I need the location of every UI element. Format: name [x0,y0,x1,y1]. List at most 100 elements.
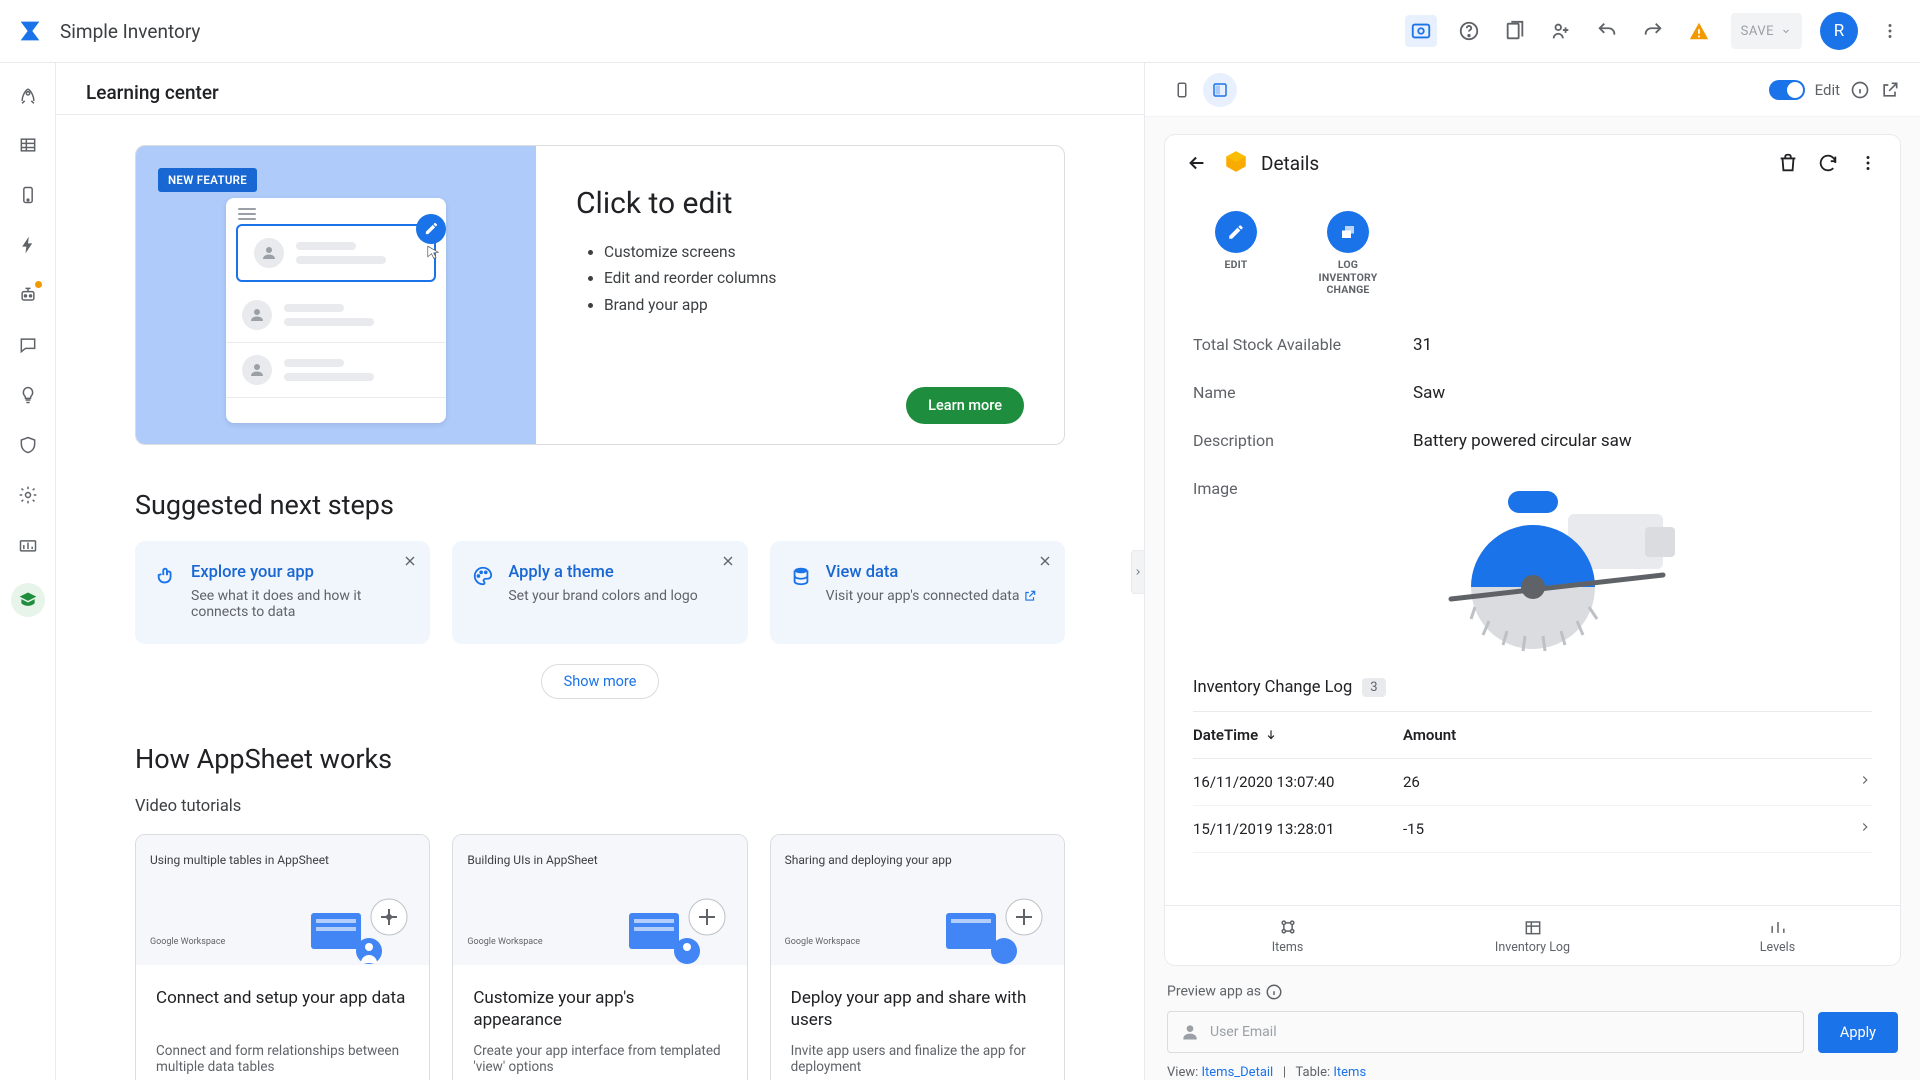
tutorial-graphic-icon [311,885,421,965]
suggest-card-data[interactable]: View data Visit your app's connected dat… [770,541,1065,644]
tutorial-card[interactable]: Using multiple tables in AppSheetGoogle … [135,834,430,1080]
new-feature-badge: NEW FEATURE [158,168,257,192]
feature-illustration: NEW FEATURE [136,146,536,444]
sort-desc-icon [1264,728,1278,742]
close-icon[interactable] [402,553,418,573]
delete-icon[interactable] [1774,149,1802,177]
edit-label: Edit [1815,81,1840,99]
box-icon [1223,148,1249,178]
edit-action-button[interactable]: EDIT [1195,211,1277,297]
image-label: Image [1193,479,1413,498]
chevron-right-icon [1858,820,1872,838]
suggest-title: Apply a theme [508,563,697,582]
versions-icon[interactable] [1501,17,1529,45]
nav-levels[interactable]: Levels [1655,906,1900,965]
suggested-steps-title: Suggested next steps [135,489,1065,521]
nav-inventory-log[interactable]: Inventory Log [1410,906,1655,965]
edit-fab-icon [416,214,446,244]
phone-preview-button[interactable] [1165,73,1199,107]
log-row[interactable]: 16/11/2020 13:07:40 26 [1193,759,1872,806]
external-link-icon [1023,589,1037,603]
more-menu-icon[interactable] [1876,17,1904,45]
table-link[interactable]: Items [1333,1065,1366,1080]
suggest-desc: Set your brand colors and logo [508,588,697,604]
preview-icon[interactable] [1405,15,1437,47]
idea-icon[interactable] [16,383,40,407]
how-works-title: How AppSheet works [135,743,1065,775]
preview-email-input[interactable]: User Email [1167,1011,1804,1053]
stock-value: 31 [1413,335,1432,355]
center-panel: Learning center NEW FEATURE [56,63,1145,1080]
more-icon[interactable] [1854,149,1882,177]
app-title: Simple Inventory [60,20,200,43]
feature-card: NEW FEATURE [135,145,1065,445]
name-value: Saw [1413,383,1445,403]
details-title: Details [1261,152,1319,175]
appsheet-logo-icon [16,17,44,45]
log-count-badge: 3 [1362,678,1385,697]
person-icon [1180,1022,1200,1042]
feature-bullet: Edit and reorder columns [604,265,1024,291]
tutorial-graphic-icon [629,885,739,965]
col-amount[interactable]: Amount [1403,726,1456,744]
collapse-preview-handle[interactable] [1131,550,1145,594]
save-button[interactable]: SAVE [1731,13,1802,49]
feature-heading: Click to edit [576,186,1024,221]
learning-center-icon[interactable] [11,583,45,617]
page-title: Learning center [86,81,1114,104]
feature-bullet: Brand your app [604,292,1024,318]
rocket-icon[interactable] [16,83,40,107]
tutorial-card[interactable]: Building UIs in AppSheetGoogle Workspace… [452,834,747,1080]
open-external-icon[interactable] [1880,80,1900,100]
warning-icon[interactable] [1685,17,1713,45]
show-more-button[interactable]: Show more [541,664,660,699]
info-icon[interactable] [1265,983,1283,1001]
palette-icon [472,565,494,591]
help-icon[interactable] [1455,17,1483,45]
database-icon [790,565,812,591]
chat-icon[interactable] [16,333,40,357]
suggest-desc: Visit your app's connected data [826,588,1037,604]
nav-items[interactable]: Items [1165,906,1410,965]
log-change-action-button[interactable]: LOG INVENTORY CHANGE [1307,211,1389,297]
log-title: Inventory Change Log [1193,678,1352,697]
tutorial-graphic-icon [946,885,1056,965]
data-icon[interactable] [16,133,40,157]
refresh-icon[interactable] [1814,149,1842,177]
tutorial-card[interactable]: Sharing and deploying your appGoogle Wor… [770,834,1065,1080]
automation-icon[interactable] [16,233,40,257]
suggest-desc: See what it does and how it connects to … [191,588,410,620]
close-icon[interactable] [720,553,736,573]
col-datetime[interactable]: DateTime [1193,726,1403,744]
bot-icon[interactable] [16,283,40,307]
suggest-card-explore[interactable]: Explore your app See what it does and ho… [135,541,430,644]
edit-toggle[interactable] [1769,80,1805,100]
suggest-card-theme[interactable]: Apply a theme Set your brand colors and … [452,541,747,644]
left-nav-rail [0,63,56,1080]
tablet-preview-button[interactable] [1203,73,1237,107]
user-avatar[interactable]: R [1820,12,1858,50]
desc-value: Battery powered circular saw [1413,431,1632,451]
back-arrow-icon[interactable] [1183,149,1211,177]
undo-icon[interactable] [1593,17,1621,45]
learn-more-button[interactable]: Learn more [906,387,1024,424]
info-icon[interactable] [1850,80,1870,100]
stock-label: Total Stock Available [1193,335,1413,355]
chevron-right-icon [1858,773,1872,791]
close-icon[interactable] [1037,553,1053,573]
view-link[interactable]: Items_Detail [1201,1065,1273,1080]
tutorials-label: Video tutorials [135,797,1065,816]
share-icon[interactable] [1547,17,1575,45]
preview-as-label: Preview app as [1167,984,1261,1000]
cursor-icon [424,244,442,262]
manage-icon[interactable] [16,533,40,557]
apply-button[interactable]: Apply [1818,1012,1898,1053]
settings-icon[interactable] [16,483,40,507]
log-row[interactable]: 15/11/2019 13:28:01 -15 [1193,806,1872,853]
mobile-icon[interactable] [16,183,40,207]
redo-icon[interactable] [1639,17,1667,45]
saw-image [1413,479,1693,654]
top-bar: Simple Inventory SAVE R [0,0,1920,63]
desc-label: Description [1193,431,1413,451]
security-icon[interactable] [16,433,40,457]
